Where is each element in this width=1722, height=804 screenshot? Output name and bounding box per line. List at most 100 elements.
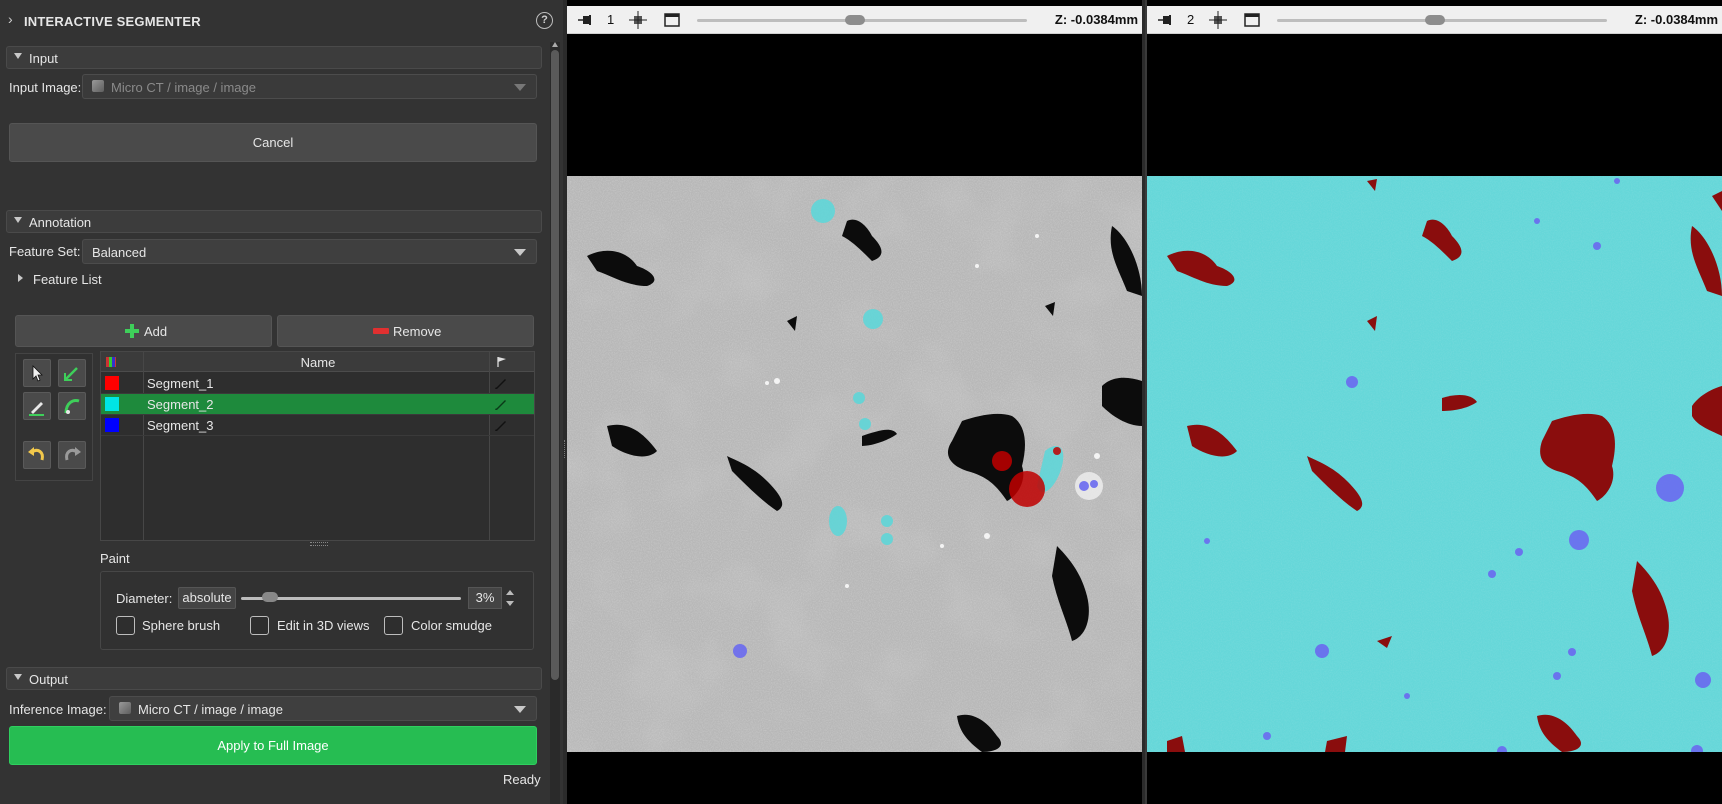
feature-list-toggle[interactable]: Feature List [18, 272, 158, 290]
micro-ct-slice-image[interactable] [567, 176, 1142, 752]
feature-list-label: Feature List [33, 272, 102, 287]
panel-content: › INTERACTIVE SEGMENTER ? Input Input Im… [0, 0, 553, 804]
scrollbar-thumb[interactable] [551, 50, 559, 680]
brush-icon [64, 367, 78, 381]
question-circle-icon[interactable]: ? [536, 12, 553, 29]
output-section-title: Output [29, 672, 69, 687]
pointer-icon [32, 365, 43, 382]
output-section-header[interactable]: Output [6, 667, 542, 690]
feature-set-value: Balanced [92, 245, 147, 260]
layout-grid-icon[interactable] [629, 11, 647, 32]
annotation-section-title: Annotation [29, 215, 92, 230]
add-label: Add [144, 324, 168, 339]
plus-icon [124, 323, 140, 339]
pencil-icon[interactable] [493, 417, 509, 433]
segment-color-swatch[interactable] [105, 397, 119, 411]
segment-color-swatch[interactable] [105, 418, 119, 432]
edit-in-3d-label: Edit in 3D views [277, 618, 370, 633]
inference-image-label: Inference Image: [9, 702, 107, 717]
status-text: Ready [503, 772, 541, 787]
sphere-brush-checkbox[interactable] [116, 616, 135, 635]
input-section-header[interactable]: Input [6, 46, 542, 69]
lasso-icon [64, 399, 80, 414]
pencil-icon[interactable] [493, 375, 509, 391]
segment-name: Segment_2 [147, 397, 214, 412]
diameter-value-field[interactable]: 3% [468, 587, 502, 609]
slice-slider-thumb[interactable] [845, 15, 866, 25]
pencil-icon[interactable] [493, 396, 509, 412]
slice-view-2[interactable]: 2 Z: -0.0384mm [1147, 0, 1722, 804]
triangle-down-icon [14, 674, 22, 680]
interactive-segmenter-panel: › INTERACTIVE SEGMENTER ? Input Input Im… [0, 0, 563, 804]
view-2-number: 2 [1187, 12, 1195, 27]
slice-slider-thumb[interactable] [1425, 15, 1446, 25]
paint-tool-button[interactable] [58, 359, 86, 387]
segment-name: Segment_1 [147, 376, 214, 391]
edit-in-3d-checkbox[interactable] [250, 616, 269, 635]
redo-icon [65, 447, 81, 461]
pin-icon[interactable] [1157, 13, 1175, 30]
input-image-value: Micro CT / image / image [111, 80, 256, 95]
panel-title: INTERACTIVE SEGMENTER [24, 14, 201, 29]
diameter-spinner[interactable] [504, 587, 516, 609]
remove-segment-button[interactable]: Remove [277, 315, 534, 347]
triangle-down-icon [14, 53, 22, 59]
add-segment-button[interactable]: Add [15, 315, 272, 347]
color-smudge-checkbox[interactable] [384, 616, 403, 635]
layout-grid-icon[interactable] [1209, 11, 1227, 32]
chevron-right-icon[interactable]: › [8, 11, 13, 27]
pencil-icon [29, 402, 44, 416]
sphere-brush-label: Sphere brush [142, 618, 221, 633]
minus-icon [373, 328, 389, 334]
slice-view-1[interactable]: 1 Z: -0.0384mm [564, 0, 1142, 804]
undo-icon [28, 447, 44, 461]
scroll-up-icon[interactable] [552, 42, 558, 47]
segment-row-selected[interactable]: Segment_2 [101, 394, 534, 415]
spinner-arrows-icon [506, 590, 514, 606]
segment-row[interactable]: Segment_3 [101, 415, 534, 436]
volume-cube-icon [119, 702, 131, 714]
z-position-readout: Z: -0.0384mm [1634, 12, 1718, 27]
segmentation-preview-image[interactable] [1147, 176, 1722, 752]
diameter-slider-thumb[interactable] [261, 592, 278, 602]
triangle-right-icon [18, 274, 23, 282]
diameter-mode-button[interactable]: absolute [178, 587, 236, 609]
inference-image-combo[interactable]: Micro CT / image / image [109, 696, 537, 721]
input-image-combo[interactable]: Micro CT / image / image [82, 74, 537, 99]
panel-resize-handle[interactable] [564, 440, 567, 458]
resize-grip[interactable] [310, 542, 328, 546]
select-tool-button[interactable] [23, 359, 51, 387]
segment-color-swatch[interactable] [105, 376, 119, 390]
smart-paint-tool-button[interactable] [58, 392, 86, 420]
chevron-down-icon [514, 249, 526, 256]
view-2-toolbar: 2 Z: -0.0384mm [1147, 6, 1722, 34]
color-grid-icon [106, 357, 116, 367]
name-column-header[interactable]: Name [143, 355, 493, 370]
view-1-toolbar: 1 Z: -0.0384mm [567, 6, 1142, 34]
annotation-section-header[interactable]: Annotation [6, 210, 542, 233]
segment-row[interactable]: Segment_1 [101, 373, 534, 394]
maximize-window-icon[interactable] [1244, 12, 1260, 31]
segments-table: Name Segment_1 Segment_2 Segment_3 [100, 351, 535, 541]
flag-icon [496, 356, 508, 368]
segment-name: Segment_3 [147, 418, 214, 433]
panel-scrollbar[interactable] [550, 42, 560, 804]
triangle-down-icon [14, 217, 22, 223]
chevron-down-icon [514, 84, 526, 91]
color-smudge-label: Color smudge [411, 618, 492, 633]
chevron-down-icon [514, 706, 526, 713]
erase-tool-button[interactable] [23, 392, 51, 420]
feature-set-label: Feature Set: [9, 244, 81, 259]
feature-set-combo[interactable]: Balanced [82, 239, 537, 264]
maximize-window-icon[interactable] [664, 12, 680, 31]
cancel-button[interactable]: Cancel [9, 123, 537, 162]
remove-label: Remove [393, 324, 442, 339]
paint-label: Paint [100, 551, 130, 566]
undo-button[interactable] [23, 441, 51, 469]
view-1-number: 1 [607, 12, 615, 27]
panel-title-row[interactable]: › INTERACTIVE SEGMENTER [0, 8, 550, 34]
apply-to-full-image-button[interactable]: Apply to Full Image [9, 726, 537, 765]
diameter-label: Diameter: [116, 591, 173, 606]
pin-icon[interactable] [577, 13, 595, 30]
redo-button[interactable] [58, 441, 86, 469]
